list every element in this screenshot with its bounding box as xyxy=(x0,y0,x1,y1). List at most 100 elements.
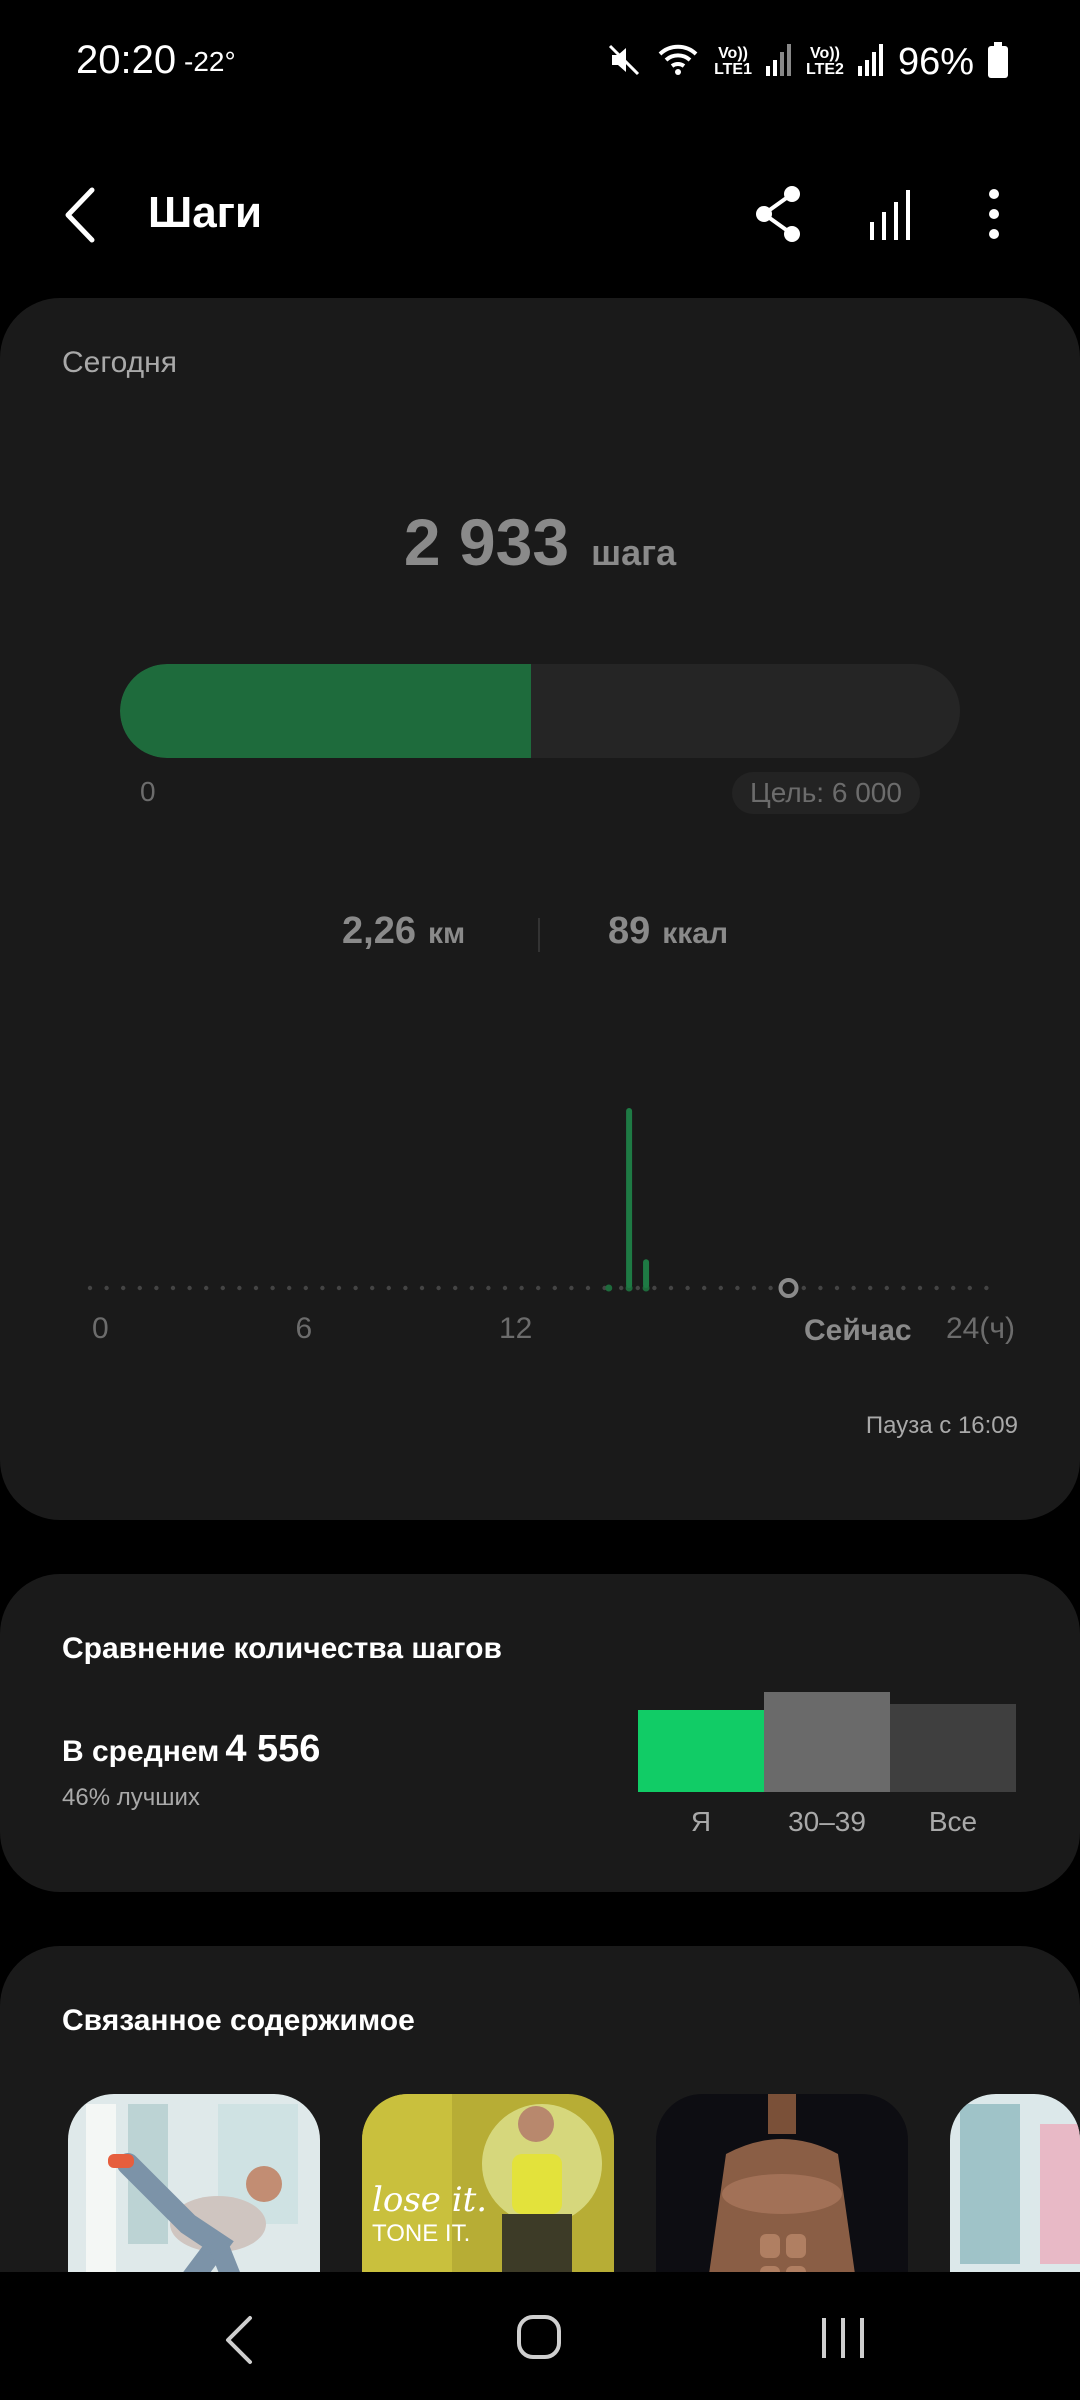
baseline-dot xyxy=(436,1285,441,1291)
status-temperature: -22° xyxy=(184,46,236,77)
baseline-dot xyxy=(818,1285,823,1291)
baseline-dot xyxy=(635,1285,640,1291)
baseline-dot xyxy=(270,1285,275,1291)
steps-comparison-card[interactable]: Сравнение количества шагов В среднем 4 55… xyxy=(0,1574,1080,1892)
system-nav-bar xyxy=(0,2272,1080,2400)
baseline-dot xyxy=(619,1285,624,1291)
baseline-dot xyxy=(917,1285,923,1291)
baseline-dot xyxy=(735,1285,740,1291)
baseline-dot xyxy=(370,1285,375,1291)
back-arrow-icon[interactable] xyxy=(54,182,114,248)
baseline-dot xyxy=(751,1285,757,1291)
signal-icon xyxy=(766,43,792,81)
lte2-label: Vo)) LTE2 xyxy=(806,45,844,78)
baseline-dot xyxy=(768,1285,773,1291)
baseline-dot xyxy=(419,1285,425,1291)
baseline-dot xyxy=(170,1285,176,1291)
thumbnail-2-text-line2: TONE IT. xyxy=(372,2220,471,2247)
baseline-dot xyxy=(187,1285,192,1291)
baseline-dot xyxy=(453,1285,458,1291)
comparison-label-me: Я xyxy=(690,1806,712,1837)
baseline-dot xyxy=(287,1285,292,1291)
page-title: Шаги xyxy=(148,188,263,237)
battery-icon xyxy=(988,41,1008,83)
baseline-dot xyxy=(336,1285,342,1291)
baseline-dot xyxy=(204,1285,209,1291)
baseline-dot xyxy=(121,1285,126,1291)
hourly-bar xyxy=(643,1259,650,1288)
baseline-dot xyxy=(486,1285,491,1291)
axis-label-6: 6 xyxy=(295,1312,313,1345)
average-label: В среднем xyxy=(62,1735,220,1768)
baseline-dot xyxy=(851,1285,856,1291)
baseline-dot xyxy=(585,1285,591,1291)
baseline-dot xyxy=(801,1285,806,1291)
comparison-bar-age-group xyxy=(764,1692,890,1792)
baseline-dot xyxy=(303,1285,308,1291)
baseline-dot xyxy=(652,1285,657,1291)
axis-label-0: 0 xyxy=(92,1312,109,1345)
now-label: Сейчас xyxy=(804,1314,912,1347)
baseline-dot xyxy=(137,1285,142,1291)
baseline-dot xyxy=(320,1285,325,1291)
percentile-label: 46% лучших xyxy=(62,1784,200,1811)
baseline-dot xyxy=(519,1285,524,1291)
nav-recents-icon[interactable] xyxy=(818,2316,868,2360)
baseline-dot xyxy=(702,1285,707,1291)
baseline-dot xyxy=(868,1285,873,1291)
today-steps-card[interactable]: Сегодня 2 933 шага 0 Цель: 6 000 2,26 км 8… xyxy=(0,298,1080,1520)
baseline-dot xyxy=(984,1285,989,1291)
pause-label: Пауза с 16:09 xyxy=(865,1412,1018,1439)
mute-icon xyxy=(606,42,642,83)
baseline-dot xyxy=(237,1285,242,1291)
wifi-icon xyxy=(656,42,700,83)
related-content-title: Связанное содержимое xyxy=(62,2004,415,2037)
comparison-title: Сравнение количества шагов xyxy=(62,1632,502,1665)
baseline-dot xyxy=(536,1285,541,1291)
comparison-label-age-group: 30–39 xyxy=(788,1806,866,1837)
baseline-dot xyxy=(469,1285,474,1291)
baseline-dot xyxy=(569,1285,574,1291)
baseline-dot xyxy=(718,1285,723,1291)
status-icons: Vo)) LTE1 Vo)) LTE2 96% xyxy=(606,36,1008,88)
signal-icon xyxy=(857,43,884,81)
baseline-dot xyxy=(403,1285,408,1291)
baseline-dot xyxy=(901,1285,906,1291)
status-bar: 20:20 -22° Vo)) LTE1 Vo)) LTE2 96% xyxy=(0,0,1080,120)
comparison-label-all: Все xyxy=(928,1806,978,1837)
share-icon[interactable] xyxy=(752,184,808,244)
axis-label-12: 12 xyxy=(499,1312,533,1345)
baseline-dot xyxy=(87,1285,93,1291)
baseline-dot xyxy=(834,1285,840,1291)
bar-chart-icon[interactable] xyxy=(862,184,922,244)
baseline-dot xyxy=(668,1285,674,1291)
hourly-bar xyxy=(626,1108,633,1288)
baseline-dot xyxy=(934,1285,939,1291)
activity-dot xyxy=(605,1284,613,1292)
battery-percent: 96% xyxy=(897,40,974,83)
baseline-dot xyxy=(253,1285,259,1291)
baseline-dot xyxy=(685,1285,690,1291)
baseline-dot xyxy=(884,1285,889,1291)
comparison-bar-me xyxy=(638,1710,764,1792)
axis-label-24: 24(ч) xyxy=(946,1312,1015,1345)
hourly-steps-chart xyxy=(87,1108,989,1298)
baseline-dot xyxy=(502,1285,508,1291)
more-vert-icon[interactable] xyxy=(972,184,1016,244)
average-row: В среднем 4 556 xyxy=(62,1728,320,1771)
baseline-dot xyxy=(220,1285,225,1291)
now-marker xyxy=(778,1278,799,1298)
lte1-label: Vo)) LTE1 xyxy=(714,45,752,78)
average-value: 4 556 xyxy=(225,1728,321,1770)
baseline-dot xyxy=(967,1285,972,1291)
baseline-dot xyxy=(386,1285,391,1291)
baseline-dot xyxy=(353,1285,358,1291)
baseline-dot xyxy=(951,1285,956,1291)
app-bar: Шаги xyxy=(0,160,1080,270)
baseline-dot xyxy=(154,1285,159,1291)
nav-home-icon[interactable] xyxy=(516,2314,562,2360)
baseline-dot xyxy=(104,1285,109,1291)
thumbnail-2-text-line1: lose it. xyxy=(372,2180,488,2220)
baseline-dot xyxy=(552,1285,557,1291)
nav-back-icon[interactable] xyxy=(220,2312,260,2368)
